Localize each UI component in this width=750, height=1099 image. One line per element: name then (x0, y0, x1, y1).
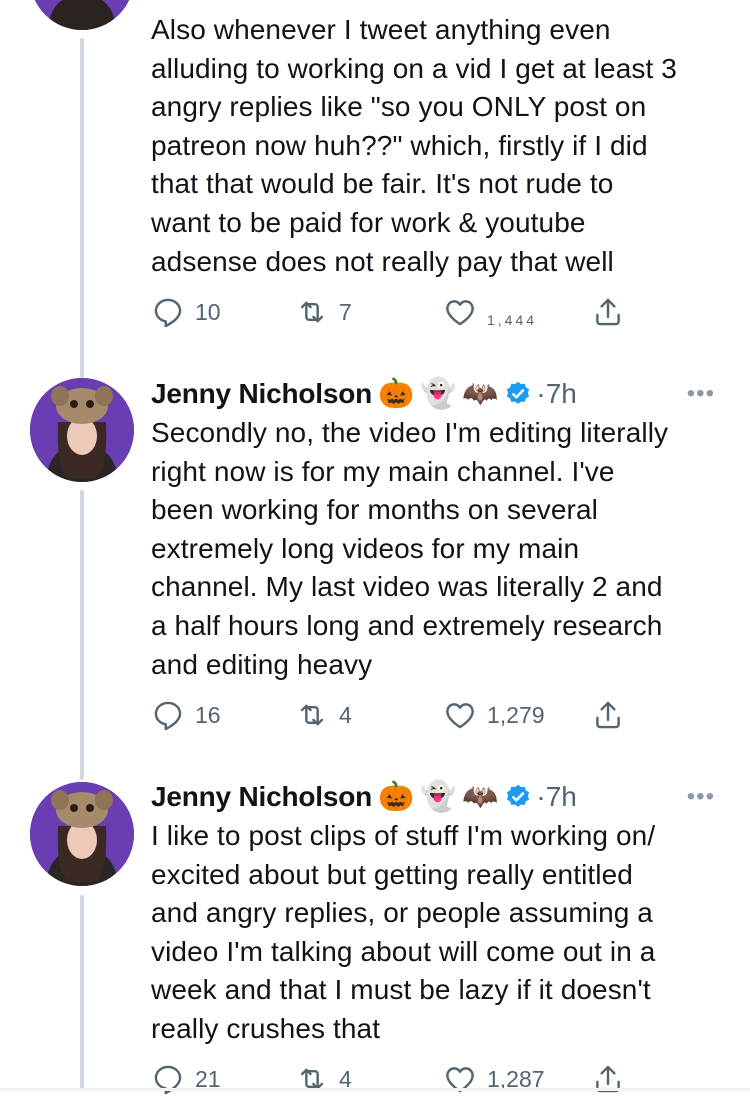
thread-line (80, 490, 84, 780)
tweet-actions: 16 4 1,279 (151, 695, 641, 735)
reply-count: 16 (195, 701, 221, 728)
ghost-emoji-icon: 👻 (420, 780, 457, 813)
separator: · (536, 378, 546, 409)
tweet[interactable]: Also whenever I tweet anything even allu… (151, 11, 721, 281)
reply-button[interactable]: 16 (151, 698, 221, 732)
author-name[interactable]: Jenny Nicholson (151, 781, 372, 813)
tweet-text: Also whenever I tweet anything even allu… (151, 14, 677, 277)
reply-icon (151, 698, 185, 732)
retweet-icon (295, 698, 329, 732)
bat-emoji-icon: 🦇 (462, 377, 499, 410)
reply-icon (151, 295, 185, 329)
like-count: 1,279 (487, 701, 545, 728)
tweet-header: Jenny Nicholson 🎃 👻 🦇 · 7h ••• (151, 374, 721, 414)
avatar[interactable] (30, 0, 134, 30)
tweet[interactable]: Jenny Nicholson 🎃 👻 🦇 · 7h ••• I like to… (151, 777, 721, 1049)
separator: · (536, 781, 546, 812)
retweet-icon (295, 295, 329, 329)
like-count: 1,444 (487, 312, 538, 328)
thread-line (80, 895, 84, 1091)
pumpkin-emoji-icon: 🎃 (378, 780, 415, 813)
avatar[interactable] (30, 782, 134, 886)
pumpkin-emoji-icon: 🎃 (378, 377, 415, 410)
tweet-actions: 10 7 1,444 (151, 292, 641, 332)
verified-badge-icon (504, 380, 532, 408)
author-name[interactable]: Jenny Nicholson (151, 378, 372, 410)
tweet-actions: 21 4 1,287 (151, 1059, 641, 1099)
share-icon (591, 698, 625, 732)
verified-badge-icon (504, 783, 532, 811)
timestamp[interactable]: 7h (546, 781, 577, 813)
ghost-emoji-icon: 👻 (420, 377, 457, 410)
share-button[interactable] (591, 295, 625, 329)
avatar[interactable] (30, 378, 134, 482)
retweet-button[interactable]: 4 (295, 698, 352, 732)
like-button[interactable]: 1,279 (443, 698, 545, 732)
tweet[interactable]: Jenny Nicholson 🎃 👻 🦇 · 7h ••• Secondly … (151, 374, 721, 684)
tweet-text: Secondly no, the video I'm editing liter… (151, 417, 669, 680)
like-button[interactable]: 1,444 (443, 295, 537, 329)
like-icon (443, 698, 477, 732)
retweet-count: 7 (339, 298, 352, 325)
tweet-header: Jenny Nicholson 🎃 👻 🦇 · 7h ••• (151, 777, 721, 817)
retweet-count: 4 (339, 701, 352, 728)
thread-line (80, 38, 84, 378)
timestamp[interactable]: 7h (546, 378, 577, 410)
like-icon (443, 295, 477, 329)
share-icon (591, 295, 625, 329)
tweet-text: I like to post clips of stuff I'm workin… (151, 820, 656, 1044)
more-icon[interactable]: ••• (687, 380, 721, 408)
bat-emoji-icon: 🦇 (462, 780, 499, 813)
share-button[interactable] (591, 698, 625, 732)
retweet-button[interactable]: 7 (295, 295, 352, 329)
reply-button[interactable]: 10 (151, 295, 221, 329)
more-icon[interactable]: ••• (687, 783, 721, 811)
reply-count: 10 (195, 298, 221, 325)
